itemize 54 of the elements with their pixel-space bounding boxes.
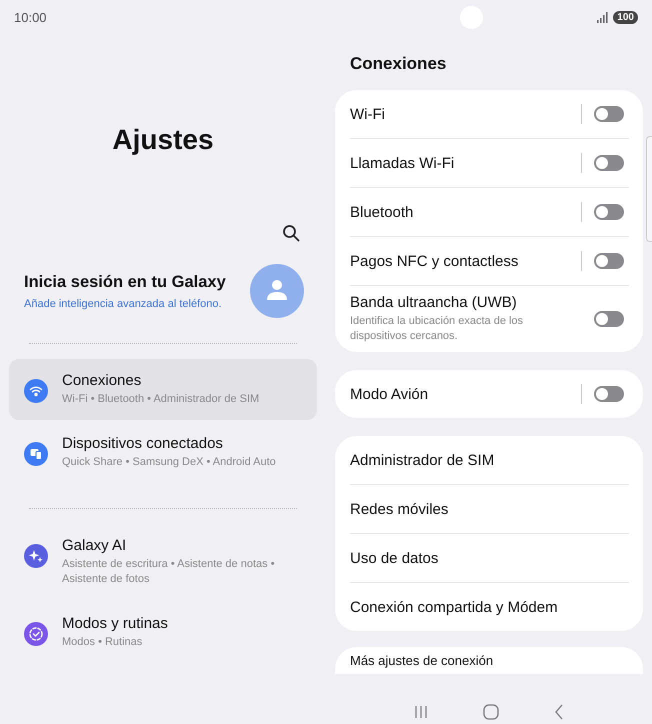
battery-level: 100: [613, 10, 638, 24]
search-icon[interactable]: [282, 224, 300, 242]
setting-label: Wi-Fi: [350, 106, 386, 122]
toggle-switch[interactable]: [594, 155, 624, 171]
setting-description: Identifica la ubicación exacta de los dispositivos cercanos.: [350, 314, 524, 344]
toggle-switch[interactable]: [594, 386, 624, 402]
toggle-switch[interactable]: [594, 204, 624, 220]
setting-label: Conexión compartida y Módem: [350, 598, 559, 616]
setting-label: Bluetooth: [350, 204, 414, 220]
setting-label: Más ajustes de conexión: [350, 653, 494, 668]
item-title: Galaxy AI: [62, 537, 128, 554]
account-subtitle[interactable]: Añade inteligencia avanzada al teléfono.: [24, 298, 226, 310]
avatar-icon[interactable]: [250, 264, 304, 318]
setting-row[interactable]: Conexión compartida y Módem: [350, 583, 629, 631]
setting-label: Banda ultraancha (UWB): [350, 294, 518, 311]
page-title: Ajustes: [111, 124, 215, 156]
setting-label: Administrador de SIM: [350, 452, 496, 468]
settings-item[interactable]: Conexiones Wi-Fi • Bluetooth • Administrador de SIM: [9, 359, 317, 420]
recent-apps-icon[interactable]: [414, 705, 428, 719]
item-title: Modos y rutinas: [62, 615, 168, 632]
item-title: Conexiones: [62, 372, 142, 389]
item-subtitle: Asistente de escritura • Asistente de notas • Asistente de fotos: [62, 557, 276, 587]
setting-label: Modo Avión: [350, 386, 430, 402]
setting-row[interactable]: Wi-Fi: [350, 90, 629, 139]
item-title: Dispositivos conectados: [62, 435, 224, 452]
account-title[interactable]: Inicia sesión en tu Galaxy: [24, 272, 226, 292]
home-icon[interactable]: [482, 704, 499, 720]
item-subtitle: Modos • Rutinas: [62, 635, 144, 650]
setting-label: Redes móviles: [350, 500, 450, 518]
setting-row[interactable]: Uso de datos: [350, 534, 629, 583]
clock: 10:00: [14, 10, 47, 24]
setting-row[interactable]: Administrador de SIM: [350, 436, 629, 485]
settings-item[interactable]: Modos y rutinas Modos • Rutinas: [9, 602, 317, 663]
setting-row[interactable]: Banda ultraancha (UWB) Identifica la ubicación exacta de los dispositivos cercanos.: [350, 286, 629, 352]
settings-item[interactable]: Galaxy AI Asistente de escritura • Asistente de notas • Asistente de fotos: [9, 524, 317, 600]
signal-icon: [597, 12, 610, 22]
setting-row[interactable]: Bluetooth: [350, 188, 629, 237]
setting-row[interactable]: Llamadas Wi-Fi: [350, 139, 629, 188]
setting-row[interactable]: Pagos NFC y contactless: [350, 237, 629, 286]
setting-label: Pagos NFC y contactless: [350, 252, 520, 270]
settings-item[interactable]: Dispositivos conectados Quick Share • Samsung DeX • Android Auto: [9, 422, 317, 483]
section-title: Conexiones: [349, 53, 448, 74]
setting-row[interactable]: Modo Avión: [350, 370, 629, 418]
toggle-switch[interactable]: [594, 311, 624, 327]
setting-label: Llamadas Wi-Fi: [350, 154, 456, 172]
toggle-switch[interactable]: [594, 106, 624, 122]
item-subtitle: Quick Share • Samsung DeX • Android Auto: [62, 455, 276, 470]
setting-label: Uso de datos: [350, 550, 440, 566]
item-subtitle: Wi-Fi • Bluetooth • Administrador de SIM: [62, 392, 260, 407]
setting-row[interactable]: Más ajustes de conexión: [350, 647, 629, 674]
toggle-switch[interactable]: [594, 253, 624, 269]
back-icon[interactable]: [554, 704, 564, 720]
scroll-handle[interactable]: [646, 136, 652, 242]
setting-row[interactable]: Redes móviles: [350, 485, 629, 534]
